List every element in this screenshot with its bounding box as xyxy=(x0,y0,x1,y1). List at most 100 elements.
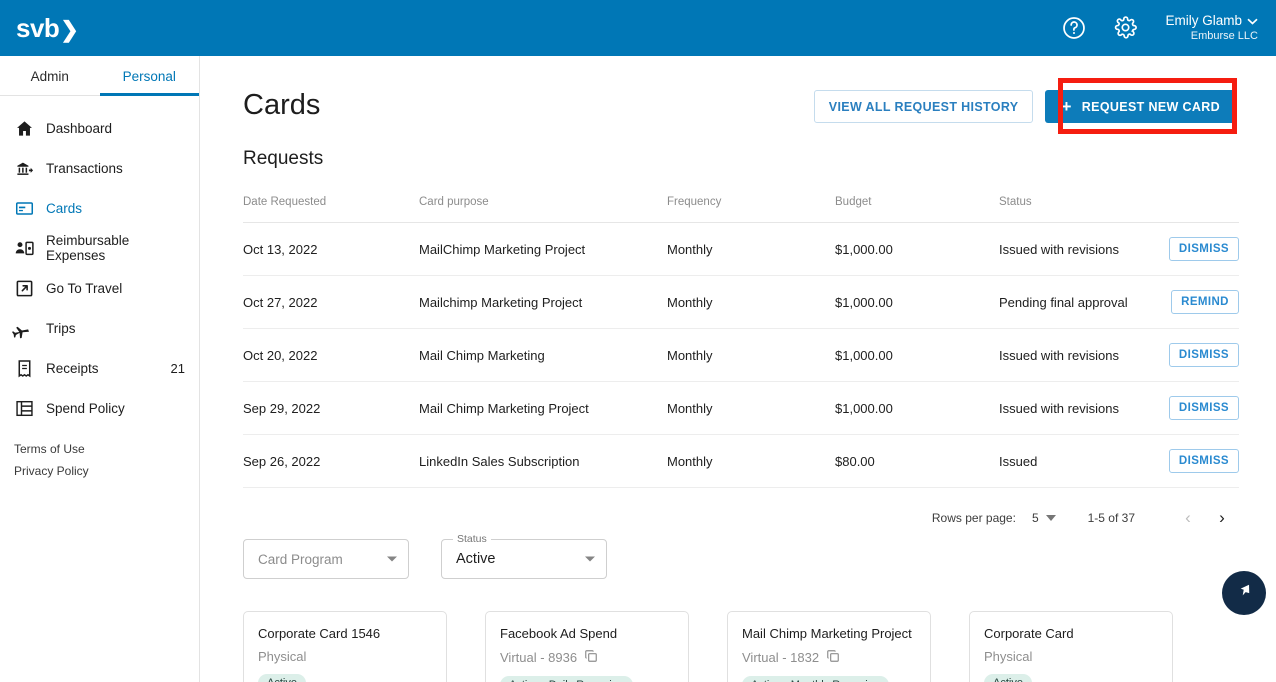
card-tile[interactable]: Facebook Ad Spend Virtual - 8936 Active … xyxy=(485,611,689,682)
card-tile[interactable]: Mail Chimp Marketing Project Virtual - 1… xyxy=(727,611,931,682)
sidebar-item-transactions[interactable]: Transactions xyxy=(0,148,199,188)
page-title: Cards xyxy=(243,89,321,121)
cell-frequency: Monthly xyxy=(667,328,835,382)
help-circle-icon[interactable] xyxy=(1061,15,1087,41)
cell-budget: $1,000.00 xyxy=(835,275,999,329)
row-action-button[interactable]: REMIND xyxy=(1171,290,1239,314)
receipts-badge: 21 xyxy=(170,360,185,376)
sidebar-item-cards[interactable]: Cards xyxy=(0,188,199,228)
privacy-policy-link[interactable]: Privacy Policy xyxy=(14,464,199,478)
card-icon xyxy=(14,198,34,218)
cell-status: Issued with revisions xyxy=(999,222,1144,276)
copy-icon[interactable] xyxy=(826,649,840,666)
card-tile-type-row: Virtual - 8936 xyxy=(500,649,674,666)
receipt-icon xyxy=(14,358,34,378)
card-tile-name: Mail Chimp Marketing Project xyxy=(742,626,912,641)
cell-purpose: LinkedIn Sales Subscription xyxy=(419,434,667,488)
send-arrow-icon xyxy=(1233,580,1255,607)
cell-date: Oct 20, 2022 xyxy=(243,328,419,382)
row-action-button[interactable]: DISMISS xyxy=(1168,396,1239,420)
svb-logo[interactable]: svb ❯ xyxy=(16,13,79,44)
cell-action: DISMISS xyxy=(1144,328,1239,382)
pagination: Rows per page: 5 1-5 of 37 ‹ › xyxy=(932,508,1239,528)
tab-personal[interactable]: Personal xyxy=(100,56,200,96)
table-header-row: Date Requested Card purpose Frequency Bu… xyxy=(243,196,1239,223)
sidebar-item-label: Dashboard xyxy=(46,120,113,136)
chevron-down-icon xyxy=(585,556,595,562)
view-all-request-history-label: VIEW ALL REQUEST HISTORY xyxy=(828,99,1019,114)
table-row[interactable]: Sep 29, 2022 Mail Chimp Marketing Projec… xyxy=(243,381,1239,435)
header-actions: VIEW ALL REQUEST HISTORY + REQUEST NEW C… xyxy=(813,90,1236,123)
terms-of-use-link[interactable]: Terms of Use xyxy=(14,442,199,456)
table-row[interactable]: Sep 26, 2022 LinkedIn Sales Subscription… xyxy=(243,434,1239,488)
table-row[interactable]: Oct 27, 2022 Mailchimp Marketing Project… xyxy=(243,275,1239,329)
request-new-card-button[interactable]: + REQUEST NEW CARD xyxy=(1045,90,1236,123)
chevron-down-icon xyxy=(1247,18,1258,25)
row-action-button[interactable]: DISMISS xyxy=(1168,449,1239,473)
user-menu[interactable]: Emily Glamb Emburse LLC xyxy=(1165,13,1258,44)
cell-date: Oct 27, 2022 xyxy=(243,275,419,329)
card-tiles-grid: Corporate Card 1546 Physical Active Face… xyxy=(243,611,1173,682)
sidebar: Admin Personal Dashboard Transactions Ca… xyxy=(0,56,200,682)
col-header-actions xyxy=(1144,196,1239,223)
copy-icon[interactable] xyxy=(584,649,598,666)
next-page-button[interactable]: › xyxy=(1205,508,1239,528)
card-tile[interactable]: Corporate Card 1546 Physical Active xyxy=(243,611,447,682)
view-all-request-history-button[interactable]: VIEW ALL REQUEST HISTORY xyxy=(813,90,1034,123)
col-header-frequency: Frequency xyxy=(667,196,835,223)
cell-budget: $80.00 xyxy=(835,434,999,488)
sidebar-item-label: Spend Policy xyxy=(46,400,125,416)
request-new-card-label: REQUEST NEW CARD xyxy=(1081,99,1220,114)
card-tile-type: Physical xyxy=(258,649,307,664)
cell-purpose: Mailchimp Marketing Project xyxy=(419,275,667,329)
sidebar-item-label: Reimbursable Expenses xyxy=(46,233,130,263)
rows-per-page-select[interactable]: 5 xyxy=(1032,511,1056,525)
support-fab-button[interactable] xyxy=(1222,571,1266,615)
card-program-select[interactable]: Card Program xyxy=(243,539,409,579)
page-range-text: 1-5 of 37 xyxy=(1087,511,1135,525)
row-action-button[interactable]: DISMISS xyxy=(1168,237,1239,261)
cell-date: Oct 13, 2022 xyxy=(243,222,419,276)
card-tile-name: Facebook Ad Spend xyxy=(500,626,618,641)
cell-status: Issued with revisions xyxy=(999,381,1144,435)
sidebar-item-receipts[interactable]: Receipts 21 xyxy=(0,348,199,388)
tab-admin[interactable]: Admin xyxy=(0,56,100,96)
sidebar-item-label: Cards xyxy=(46,200,83,216)
table-head: Date Requested Card purpose Frequency Bu… xyxy=(243,196,1239,223)
card-tile-type: Virtual - 1832 xyxy=(742,650,820,665)
sidebar-item-dashboard[interactable]: Dashboard xyxy=(0,108,199,148)
cell-action: DISMISS xyxy=(1144,381,1239,435)
card-tile-type: Physical xyxy=(984,649,1033,664)
sidebar-item-reimbursable-expenses[interactable]: Reimbursable Expenses xyxy=(0,228,199,268)
sidebar-item-label: Transactions xyxy=(46,160,123,176)
sidebar-item-go-to-travel[interactable]: Go To Travel xyxy=(0,268,199,308)
status-select-label: Status xyxy=(453,533,491,545)
cell-frequency: Monthly xyxy=(667,381,835,435)
table-row[interactable]: Oct 13, 2022 MailChimp Marketing Project… xyxy=(243,222,1239,276)
gear-icon[interactable] xyxy=(1113,15,1139,41)
card-program-placeholder: Card Program xyxy=(258,551,343,567)
card-tile[interactable]: Corporate Card Physical Active xyxy=(969,611,1173,682)
col-header-budget: Budget xyxy=(835,196,999,223)
cell-budget: $1,000.00 xyxy=(835,328,999,382)
card-tile-type-row: Physical xyxy=(258,649,432,664)
table-body: Oct 13, 2022 MailChimp Marketing Project… xyxy=(243,222,1239,488)
sidebar-tabs: Admin Personal xyxy=(0,56,199,96)
row-action-button[interactable]: DISMISS xyxy=(1168,343,1239,367)
cell-date: Sep 29, 2022 xyxy=(243,381,419,435)
plus-icon: + xyxy=(1061,97,1072,116)
tab-personal-label: Personal xyxy=(122,68,176,84)
card-tile-status-badge: Active xyxy=(984,674,1032,682)
user-name: Emily Glamb xyxy=(1165,12,1242,28)
cell-purpose: MailChimp Marketing Project xyxy=(419,222,667,276)
table-row[interactable]: Oct 20, 2022 Mail Chimp Marketing Monthl… xyxy=(243,328,1239,382)
sidebar-item-spend-policy[interactable]: Spend Policy xyxy=(0,388,199,428)
col-header-status: Status xyxy=(999,196,1144,223)
rows-per-page-value: 5 xyxy=(1031,511,1039,525)
user-name-row: Emily Glamb xyxy=(1165,13,1258,30)
card-tile-type-row: Physical xyxy=(984,649,1158,664)
status-select[interactable]: Status Active xyxy=(441,533,607,579)
previous-page-button[interactable]: ‹ xyxy=(1171,508,1205,528)
sidebar-item-trips[interactable]: Trips xyxy=(0,308,199,348)
sidebar-item-label: Receipts xyxy=(46,360,99,376)
